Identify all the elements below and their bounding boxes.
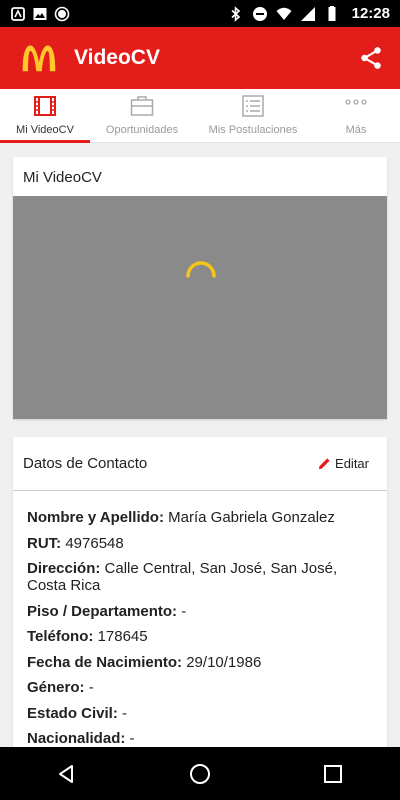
- pencil-icon: [318, 458, 330, 470]
- briefcase-icon: [130, 96, 154, 116]
- back-icon[interactable]: [55, 762, 79, 786]
- app-title: VideoCV: [74, 46, 160, 69]
- field-genero: Género: -: [27, 679, 94, 696]
- battery-icon: [328, 5, 336, 21]
- edit-label: Editar: [335, 456, 369, 471]
- record-icon: [54, 6, 70, 21]
- recents-icon[interactable]: [321, 762, 345, 786]
- system-nav-bar: [0, 747, 400, 800]
- tab-mas[interactable]: Más: [312, 89, 400, 142]
- mcdonalds-logo-icon: [16, 38, 62, 78]
- main-content[interactable]: Mi VideoCV Datos de Contacto Editar Nomb…: [0, 143, 400, 747]
- video-player[interactable]: [13, 196, 387, 419]
- contact-card-header: Datos de Contacto Editar: [13, 437, 387, 491]
- field-rut: RUT: 4976548: [27, 534, 124, 552]
- status-bar: 12:28: [0, 0, 400, 27]
- tab-mi-videocv[interactable]: Mi VideoCV: [0, 89, 90, 143]
- home-icon[interactable]: [188, 762, 212, 786]
- film-icon: [34, 96, 56, 116]
- bluetooth-icon: [231, 5, 240, 22]
- loading-spinner-icon: [186, 261, 216, 278]
- image-icon: [33, 7, 47, 20]
- field-nombre: Nombre y Apellido: María Gabriela Gonzal…: [27, 509, 335, 526]
- field-piso: Piso / Departamento: -: [27, 602, 187, 620]
- field-telefono: Teléfono: 178645: [27, 628, 148, 645]
- tab-label: Mis Postulaciones: [208, 124, 298, 136]
- video-card: Mi VideoCV: [13, 157, 387, 419]
- do-not-disturb-icon: [252, 6, 267, 21]
- contact-fields: Nombre y Apellido: María Gabriela Gonzal…: [13, 491, 387, 747]
- notification-icon: [11, 6, 25, 21]
- edit-button[interactable]: Editar: [318, 456, 369, 471]
- field-estado-civil: Estado Civil: -: [27, 704, 128, 722]
- clock: 12:28: [351, 5, 390, 22]
- tab-label: Mi VideoCV: [16, 124, 74, 136]
- contact-card-title: Datos de Contacto: [23, 455, 148, 472]
- tab-oportunidades[interactable]: Oportunidades: [90, 89, 194, 142]
- tab-bar: Mi VideoCV Oportunidades Mis Postulacion…: [0, 89, 400, 143]
- share-icon[interactable]: [358, 45, 384, 71]
- field-nacionalidad: Nacionalidad: -: [27, 730, 135, 747]
- list-icon: [242, 95, 264, 117]
- more-icon: [345, 99, 367, 105]
- wifi-icon: [276, 7, 292, 20]
- video-card-title: Mi VideoCV: [23, 169, 102, 186]
- field-direccion: Dirección: Calle Central, San José, San …: [27, 560, 338, 594]
- tab-label: Más: [345, 124, 367, 136]
- contact-card: Datos de Contacto Editar Nombre y Apelli…: [13, 437, 387, 747]
- signal-icon: [300, 6, 315, 21]
- tab-mis-postulaciones[interactable]: Mis Postulaciones: [194, 89, 312, 142]
- field-fecha-nacimiento: Fecha de Nacimiento: 29/10/1986: [27, 653, 262, 671]
- tab-label: Oportunidades: [105, 124, 179, 136]
- app-bar: VideoCV: [0, 27, 400, 89]
